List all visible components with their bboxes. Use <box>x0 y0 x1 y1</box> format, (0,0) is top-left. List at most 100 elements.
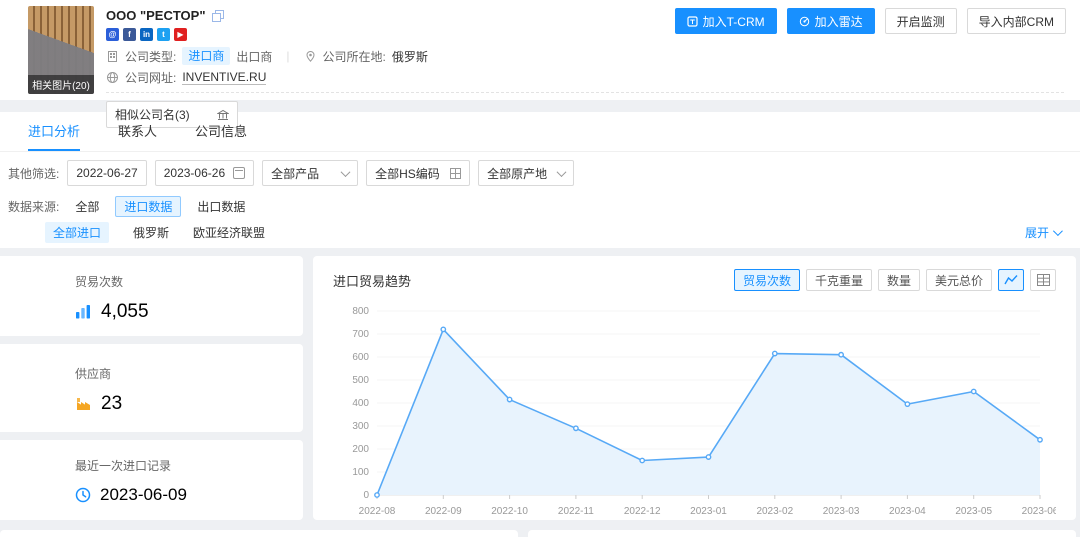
last-import-value: 2023-06-09 <box>100 485 187 505</box>
chevron-down-icon <box>1053 226 1063 236</box>
start-monitor-button[interactable]: 开启监测 <box>885 8 957 34</box>
company-photo[interactable]: 相关图片(20) <box>28 6 94 94</box>
svg-text:600: 600 <box>352 352 369 363</box>
trade-count-label: 贸易次数 <box>75 273 303 290</box>
svg-text:2022-08: 2022-08 <box>359 506 396 517</box>
expand-link[interactable]: 展开 <box>1025 224 1060 241</box>
source-export-data[interactable]: 出口数据 <box>197 198 245 215</box>
company-header: 相关图片(20) OOO "PECTOP" @ f in t ▶ 公司类型: 进… <box>0 0 1080 100</box>
filter-row: 其他筛选: 2022-06-27 2023-06-26 全部产品 全部HS编码 … <box>0 160 1080 186</box>
supplier-label: 供应商 <box>75 365 303 382</box>
sub-source-all-import[interactable]: 全部进口 <box>45 222 109 243</box>
hs-grid-icon <box>450 168 461 179</box>
svg-text:2023-03: 2023-03 <box>823 506 860 517</box>
chevron-down-icon <box>341 167 351 177</box>
hs-code-select[interactable]: 全部HS编码 <box>366 160 470 186</box>
svg-text:400: 400 <box>352 398 369 409</box>
svg-text:2023-02: 2023-02 <box>756 506 793 517</box>
radar-icon <box>799 16 810 27</box>
svg-text:800: 800 <box>352 306 369 317</box>
copy-icon[interactable] <box>212 10 224 22</box>
website-label: 公司网址: <box>125 69 176 86</box>
youtube-icon[interactable]: ▶ <box>174 28 187 41</box>
location-value: 俄罗斯 <box>392 48 428 65</box>
svg-text:2022-12: 2022-12 <box>624 506 661 517</box>
main-content: 贸易次数 4,055 供应商 23 最近一次进口记录 <box>0 256 1080 520</box>
join-tcrm-button[interactable]: 加入T-CRM <box>675 8 777 34</box>
bar-chart-icon <box>75 304 92 320</box>
sub-source-russia[interactable]: 俄罗斯 <box>133 224 169 241</box>
website-social-icon[interactable]: @ <box>106 28 119 41</box>
chevron-down-icon <box>557 167 567 177</box>
trend-chart: 0 100 200 300 400 500 600 700 800 2022-08 2022-09 2… <box>333 295 1056 523</box>
svg-text:100: 100 <box>352 467 369 478</box>
tab-import-analysis[interactable]: 进口分析 <box>28 112 80 151</box>
chart-title: 进口贸易趋势 <box>333 271 411 290</box>
svg-text:200: 200 <box>352 444 369 455</box>
tcrm-icon <box>687 16 698 27</box>
globe-icon <box>106 71 119 84</box>
import-crm-button[interactable]: 导入内部CRM <box>967 8 1066 34</box>
svg-text:2023-01: 2023-01 <box>690 506 727 517</box>
data-source-label: 数据来源: <box>8 198 59 215</box>
svg-text:2022-09: 2022-09 <box>425 506 462 517</box>
toggle-usd-total[interactable]: 美元总价 <box>926 269 992 291</box>
last-import-label: 最近一次进口记录 <box>75 457 303 474</box>
toggle-kg-weight[interactable]: 千克重量 <box>806 269 872 291</box>
last-import-card: 最近一次进口记录 2023-06-09 <box>0 440 303 520</box>
stats-column: 贸易次数 4,055 供应商 23 最近一次进口记录 <box>0 256 303 520</box>
bottom-right-card: 贸易次数 千克重量 数量 美元总价 <box>528 530 1076 537</box>
join-radar-button[interactable]: 加入雷达 <box>787 8 875 34</box>
origin-select[interactable]: 全部原产地 <box>478 160 574 186</box>
location-label: 公司所在地: <box>323 48 386 65</box>
twitter-icon[interactable]: t <box>157 28 170 41</box>
other-filter-label: 其他筛选: <box>8 165 59 182</box>
line-chart-view-button[interactable] <box>998 269 1024 291</box>
svg-text:500: 500 <box>352 375 369 386</box>
date-start-input[interactable]: 2022-06-27 <box>67 160 146 186</box>
date-end-input[interactable]: 2023-06-26 <box>155 160 254 186</box>
toggle-trade-count[interactable]: 贸易次数 <box>734 269 800 291</box>
calendar-icon <box>233 167 245 179</box>
data-source-row: 数据来源: 全部 进口数据 出口数据 <box>0 196 1080 216</box>
svg-text:2022-10: 2022-10 <box>491 506 528 517</box>
clock-icon <box>75 487 91 503</box>
divider <box>106 92 1064 93</box>
trade-count-value: 4,055 <box>101 301 149 323</box>
source-all[interactable]: 全部 <box>75 198 99 215</box>
trade-count-card: 贸易次数 4,055 <box>0 256 303 336</box>
tab-contacts[interactable]: 联系人 <box>118 112 157 151</box>
exporter-tag: 出口商 <box>236 48 272 65</box>
svg-text:700: 700 <box>352 329 369 340</box>
source-import-data[interactable]: 进口数据 <box>115 196 181 217</box>
svg-text:2023-04: 2023-04 <box>889 506 926 517</box>
bottom-left-card: 贸易次数 千克重量 数量 美元总价 <box>0 530 518 537</box>
location-icon <box>304 50 317 63</box>
data-source-sub-row: 全部进口 俄罗斯 欧亚经济联盟 展开 <box>0 222 1080 242</box>
linkedin-icon[interactable]: in <box>140 28 153 41</box>
sub-source-eaeu[interactable]: 欧亚经济联盟 <box>193 224 265 241</box>
svg-text:2023-06: 2023-06 <box>1022 506 1056 517</box>
chart-metric-toggles: 贸易次数 千克重量 数量 美元总价 <box>734 269 1056 291</box>
svg-text:0: 0 <box>363 490 369 501</box>
importer-tag: 进口商 <box>182 47 230 65</box>
photo-count-label: 相关图片(20) <box>28 75 94 94</box>
toggle-quantity[interactable]: 数量 <box>878 269 920 291</box>
svg-text:2022-11: 2022-11 <box>558 506 594 517</box>
product-select[interactable]: 全部产品 <box>262 160 358 186</box>
svg-text:300: 300 <box>352 421 369 432</box>
bottom-row: 贸易次数 千克重量 数量 美元总价 贸易次数 千克重量 数量 美元总价 <box>0 530 1080 537</box>
analysis-section: 进口分析 联系人 公司信息 其他筛选: 2022-06-27 2023-06-2… <box>0 112 1080 248</box>
company-name: OOO "PECTOP" <box>106 8 206 23</box>
header-actions: 加入T-CRM 加入雷达 开启监测 导入内部CRM <box>675 8 1066 34</box>
table-view-button[interactable] <box>1030 269 1056 291</box>
svg-text:2023-05: 2023-05 <box>955 506 992 517</box>
facebook-icon[interactable]: f <box>123 28 136 41</box>
company-type-label: 公司类型: <box>125 48 176 65</box>
website-link[interactable]: INVENTIVE.RU <box>182 70 266 85</box>
building-icon <box>106 50 119 63</box>
supplier-value: 23 <box>101 393 122 415</box>
tab-company-info[interactable]: 公司信息 <box>195 112 247 151</box>
trend-chart-card: 进口贸易趋势 贸易次数 千克重量 数量 美元总价 0 100 200 300 400 50… <box>313 256 1076 520</box>
supplier-card: 供应商 23 <box>0 344 303 432</box>
